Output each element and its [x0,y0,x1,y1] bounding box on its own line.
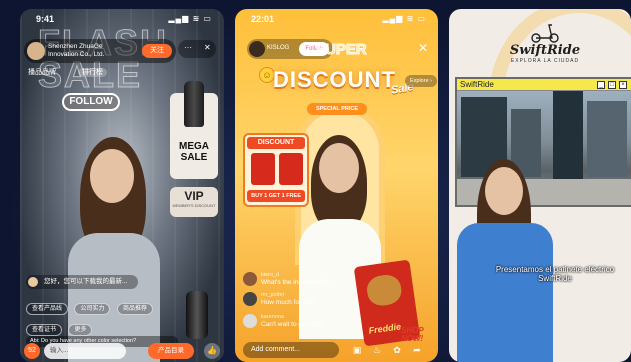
phone-discount-live: 22:01 ▂▄▆ ≋ ▭ KISLOG Follow ✕ SUPER ☺ DI… [235,9,438,362]
comment-text: What's the ingredients? [261,279,329,286]
swiftride-logo: SwiftRide EXPLORA LA CIUDAD [495,23,595,64]
brand-label: Freddie [367,321,402,336]
comment-text: 您好，您可以下载我的最新... [44,278,128,285]
close-icon[interactable]: ✕ [204,43,211,52]
chat-comment-1: kiero_d What's the ingredients? [243,271,363,287]
video-subtitle: Presentamos el patinete eléctrico SwiftR… [495,265,615,283]
comment-input[interactable]: Add comment... [243,342,339,358]
maximize-icon[interactable]: □ [608,81,616,89]
quick-reply-chips: 查看产品线 公司实力 商品推荐 查看证书 更多 [26,297,182,339]
host-avatar[interactable] [249,41,265,57]
gift-icon[interactable]: ✿ [391,344,403,356]
like-icon[interactable]: 👍 [204,343,220,359]
building-3 [553,91,583,181]
chip-product-line[interactable]: 查看产品线 [26,303,69,315]
window-titlebar[interactable]: SwiftRide _ □ × [457,79,631,91]
super-heading: SUPER [315,41,368,59]
comment-user: karennna [261,314,284,320]
vip-label: VIP [184,189,204,203]
host-name: KISLOG [267,45,290,51]
comment-text: Can't wait to get one! [261,321,322,328]
share-icon[interactable]: ➦ [411,344,423,356]
comment-text: How much for this? [261,299,317,306]
dog-food-bag-2 [279,153,303,185]
presenter-face [485,167,523,215]
explore-button[interactable]: Explore › [405,75,437,87]
comment-avatar [243,272,257,286]
discount-heading: DISCOUNT [273,67,396,92]
status-icons: ▂▄▆ ≋ ▭ [382,14,426,23]
presenter-face [319,143,359,193]
chip-recommend[interactable]: 商品推荐 [116,303,153,315]
building-4 [587,101,627,177]
vip-card[interactable]: VIP MEMBER'S DISCOUNT [170,187,218,217]
presenter-shirt [457,223,553,362]
chat-comment-3: karennna Can't wait to get one! [243,313,363,329]
chat-comment-2: mr_potter How much for this? [243,291,363,307]
chat-icon[interactable]: ▣ [351,344,363,356]
bottom-bar: 52 输入... 产品目录 👍 [20,340,224,362]
host-profile[interactable]: Shenzhen ZhuaGe Innovation Co., Ltd. 关注 [24,39,176,63]
showcase-canvas: 9:41 ▂▄▆ ≋ ▭ FLASH SALE Shenzhen ZhuaGe … [0,0,631,362]
comment-user: kiero_d [261,272,280,278]
shaver-product-image [184,81,204,127]
brand-tagline: EXPLORA LA CIUDAD [510,58,580,64]
follow-small-button[interactable]: 关注 [142,44,172,58]
host-avatar[interactable] [27,42,45,60]
close-icon[interactable]: × [619,81,627,89]
sub-navigation: 播品品牌 排行榜 [28,67,107,77]
comment-avatar [243,314,257,328]
chip-certificates[interactable]: 查看证书 [26,324,63,336]
promo-footer: BUY 1 GET 1 FREE [247,190,305,202]
comment-user: mr_potter [261,292,285,298]
dog-image [365,273,404,308]
phone-swiftride-ad: SwiftRide EXPLORA LA CIUDAD SwiftRide _ … [449,9,631,362]
shaver-product-image-2 [186,291,208,339]
product-catalog-button[interactable]: 产品目录 [148,343,194,359]
cart-badge[interactable]: 52 [24,343,40,359]
ranking-link[interactable]: 排行榜 [77,68,107,77]
follow-big-button[interactable]: FOLLOW [62,93,120,111]
brand-link[interactable]: 播品品牌 [28,69,56,76]
bottom-bar: Add comment... ▣ ♨ ✿ ➦ [235,338,438,362]
phone-flash-sale-live: 9:41 ▂▄▆ ≋ ▭ FLASH SALE Shenzhen ZhuaGe … [20,9,224,362]
promo-title: DISCOUNT [247,137,305,149]
chip-more[interactable]: 更多 [68,324,93,336]
dog-food-bag-1 [251,153,275,185]
minimize-icon[interactable]: _ [597,81,605,89]
brand-name: SwiftRide [509,43,581,58]
close-icon[interactable]: ✕ [418,41,428,55]
chat-comment: 您好，您可以下载我的最新... [26,275,138,289]
status-bar: 22:01 ▂▄▆ ≋ ▭ [235,13,438,27]
vip-sub-label: MEMBER'S DISCOUNT [172,203,216,208]
comment-avatar [28,277,38,287]
promo-card[interactable]: DISCOUNT BUY 1 GET 1 FREE [243,133,309,207]
live-controls: ··· ✕ [178,40,216,58]
comment-input[interactable]: 输入... [44,343,126,359]
chip-company-strength[interactable]: 公司实力 [74,303,111,315]
status-time: 22:01 [251,14,275,24]
mega-sale-label: MEGA SALE [179,141,209,163]
window-title: SwiftRide [460,80,494,89]
presenter-face [90,149,134,203]
fire-icon[interactable]: ♨ [371,344,383,356]
special-price-badge: SPECIAL PRICE [307,103,367,115]
host-name: Shenzhen ZhuaGe Innovation Co., Ltd. [48,43,105,58]
mega-sale-card[interactable]: MEGA SALE [170,81,218,179]
more-options-icon[interactable]: ··· [184,43,192,52]
scooter-icon [531,24,559,43]
comment-avatar [243,292,257,306]
status-icons: ▂▄▆ ≋ ▭ [168,14,212,23]
